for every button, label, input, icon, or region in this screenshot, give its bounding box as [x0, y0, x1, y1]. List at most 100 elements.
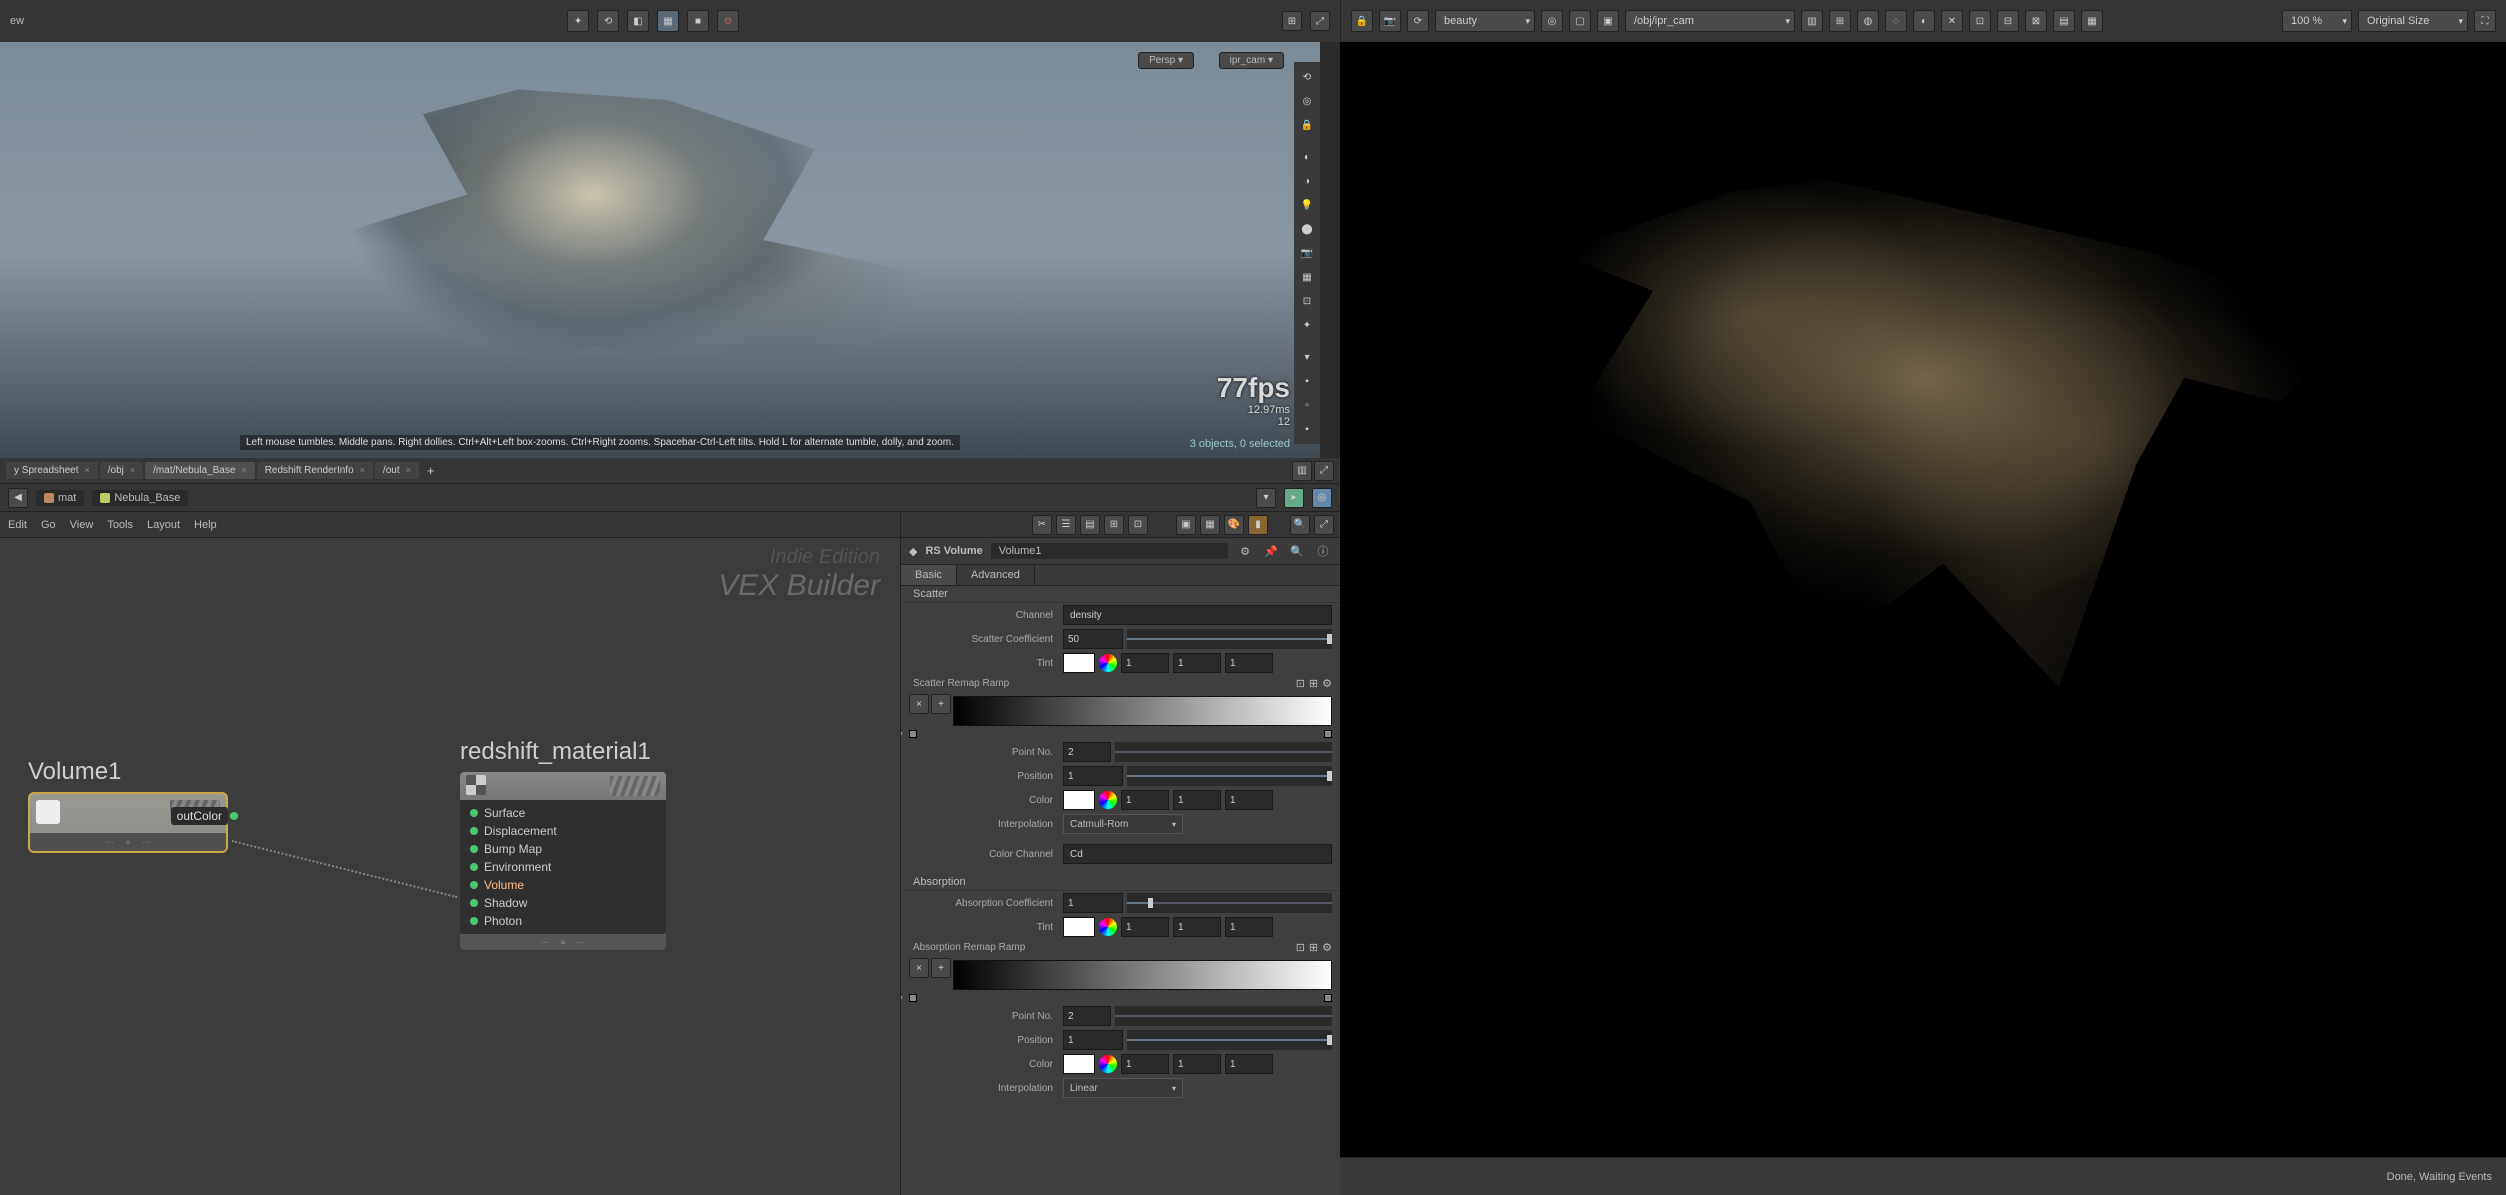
vp-expand-icon[interactable]: ⤢ — [1310, 11, 1330, 31]
rt-fullscreen-icon[interactable]: ⛶ — [2474, 10, 2496, 32]
ramp-opt-icon[interactable]: ⊡ — [1296, 941, 1305, 954]
position-field[interactable]: 1 — [1063, 1030, 1123, 1050]
tab-advanced[interactable]: Advanced — [957, 565, 1035, 585]
rt-icon-b[interactable]: ▢ — [1569, 10, 1591, 32]
input-surface[interactable]: Surface — [460, 804, 666, 822]
shelf-icon[interactable]: ◎ — [1296, 90, 1318, 112]
ramp-delete-point[interactable]: × — [909, 694, 929, 714]
input-displacement[interactable]: Displacement — [460, 822, 666, 840]
vp-tool-4[interactable]: ▦ — [657, 10, 679, 32]
rt-icon-i[interactable]: ⊡ — [1969, 10, 1991, 32]
absorb-coef-field[interactable]: 1 — [1063, 893, 1123, 913]
ptool-icon[interactable]: ▮ — [1248, 515, 1268, 535]
ptool-search-icon[interactable]: 🔍 — [1290, 515, 1310, 535]
tab-opt-icon[interactable]: ▥ — [1292, 461, 1312, 481]
color-channel-field[interactable]: Cd — [1063, 844, 1332, 864]
persp-dropdown[interactable]: Persp ▾ — [1138, 52, 1194, 69]
render-canvas[interactable] — [1340, 42, 2506, 1157]
ptool-expand-icon[interactable]: ⤢ — [1314, 515, 1334, 535]
shelf-icon[interactable]: 🔒 — [1296, 114, 1318, 136]
ptool-icon[interactable]: ▦ — [1200, 515, 1220, 535]
rt-icon-d[interactable]: ▥ — [1801, 10, 1823, 32]
position-slider[interactable] — [1127, 1030, 1332, 1050]
position-slider[interactable] — [1127, 766, 1332, 786]
crumb-opt-icon[interactable]: ◎ — [1312, 488, 1332, 508]
color-picker-icon[interactable] — [1099, 791, 1117, 809]
ptool-icon[interactable]: ✂ — [1032, 515, 1052, 535]
rt-icon-e[interactable]: ◍ — [1857, 10, 1879, 32]
ramp-opt-icon[interactable]: ⊞ — [1309, 677, 1318, 690]
node-flags[interactable] — [610, 776, 660, 796]
point-no-field[interactable]: 2 — [1063, 1006, 1111, 1026]
node-name-field[interactable]: Volume1 — [991, 543, 1228, 559]
nav-back-icon[interactable]: ◀ — [8, 488, 28, 508]
shelf-icon[interactable]: ⟲ — [1296, 66, 1318, 88]
shelf-icon[interactable]: ▫ — [1296, 394, 1318, 416]
point-slider[interactable] — [1115, 742, 1332, 762]
vp-tool-6[interactable]: ⊝ — [717, 10, 739, 32]
ptool-icon[interactable]: ⊞ — [1104, 515, 1124, 535]
zoom-dropdown[interactable]: 100 % — [2282, 10, 2352, 32]
search-icon[interactable]: 🔍 — [1288, 542, 1306, 560]
rt-icon-g[interactable]: ◐ — [1913, 10, 1935, 32]
input-bumpmap[interactable]: Bump Map — [460, 840, 666, 858]
aov-dropdown[interactable]: beauty — [1435, 10, 1535, 32]
ptool-icon[interactable]: 🎨 — [1224, 515, 1244, 535]
tab-basic[interactable]: Basic — [901, 565, 957, 585]
interp-dropdown[interactable]: Catmull-Rom — [1063, 814, 1183, 834]
absorb-coef-slider[interactable] — [1127, 893, 1332, 913]
channel-field[interactable]: density — [1063, 605, 1332, 625]
viewport-3d[interactable]: Persp ▾ ipr_cam ▾ 77fps 12.97ms 12 3 obj… — [0, 42, 1320, 458]
color-picker-icon[interactable] — [1099, 1055, 1117, 1073]
color-g[interactable]: 1 — [1173, 790, 1221, 810]
rt-icon-l[interactable]: ▤ — [2053, 10, 2075, 32]
crumb-nebula[interactable]: Nebula_Base — [92, 490, 188, 506]
color-g[interactable]: 1 — [1173, 1054, 1221, 1074]
vp-layout-icon[interactable]: ⊞ — [1282, 11, 1302, 31]
vp-tool-5[interactable]: ■ — [687, 10, 709, 32]
rt-icon-c[interactable]: ▣ — [1597, 10, 1619, 32]
interp-dropdown[interactable]: Linear — [1063, 1078, 1183, 1098]
node-volume1[interactable]: Volume1 outColor ⋯≡⋯ — [28, 758, 228, 853]
menu-tools[interactable]: Tools — [107, 519, 133, 531]
ptool-icon[interactable]: ▤ — [1080, 515, 1100, 535]
ptool-icon[interactable]: ☰ — [1056, 515, 1076, 535]
input-photon[interactable]: Photon — [460, 912, 666, 930]
menu-help[interactable]: Help — [194, 519, 217, 531]
rt-grid-icon[interactable]: ⊞ — [1829, 10, 1851, 32]
rt-icon-a[interactable]: ◎ — [1541, 10, 1563, 32]
crumb-opt-icon[interactable]: ▾ — [1256, 488, 1276, 508]
input-environment[interactable]: Environment — [460, 858, 666, 876]
rt-icon-j[interactable]: ⊟ — [1997, 10, 2019, 32]
ramp-gear-icon[interactable]: ⚙ — [1322, 677, 1332, 690]
shelf-icon[interactable]: ▪ — [1296, 418, 1318, 440]
network-editor[interactable]: Indie Edition VEX Builder Volume1 outCol… — [0, 538, 900, 1195]
rt-icon-f[interactable]: ◌ — [1885, 10, 1907, 32]
color-swatch[interactable] — [1063, 790, 1095, 810]
shelf-icon[interactable]: 📷 — [1296, 242, 1318, 264]
scatter-coef-slider[interactable] — [1127, 629, 1332, 649]
tint-b[interactable]: 1 — [1225, 917, 1273, 937]
point-no-field[interactable]: 2 — [1063, 742, 1111, 762]
shelf-icon[interactable]: ▦ — [1296, 266, 1318, 288]
menu-go[interactable]: Go — [41, 519, 56, 531]
viewport-canvas[interactable] — [0, 42, 1320, 458]
color-r[interactable]: 1 — [1121, 790, 1169, 810]
input-volume[interactable]: Volume — [460, 876, 666, 894]
rt-icon-m[interactable]: ▦ — [2081, 10, 2103, 32]
node-redshift-material[interactable]: redshift_material1 Surface Displacement … — [460, 738, 666, 950]
input-shadow[interactable]: Shadow — [460, 894, 666, 912]
ramp-opt-icon[interactable]: ⊡ — [1296, 677, 1305, 690]
ptool-icon[interactable]: ⊡ — [1128, 515, 1148, 535]
output-outcolor[interactable]: outColor — [171, 807, 228, 825]
gear-icon[interactable]: ⚙ — [1236, 542, 1254, 560]
color-swatch[interactable] — [1063, 1054, 1095, 1074]
absorb-ramp[interactable] — [953, 960, 1332, 990]
network-tab[interactable]: y Spreadsheet× — [6, 462, 98, 479]
ramp-gear-icon[interactable]: ⚙ — [1322, 941, 1332, 954]
shelf-icon[interactable]: ▪ — [1296, 370, 1318, 392]
color-b[interactable]: 1 — [1225, 1054, 1273, 1074]
tint-g[interactable]: 1 — [1173, 917, 1221, 937]
ramp-add-point[interactable]: + — [931, 958, 951, 978]
tint-swatch[interactable] — [1063, 917, 1095, 937]
